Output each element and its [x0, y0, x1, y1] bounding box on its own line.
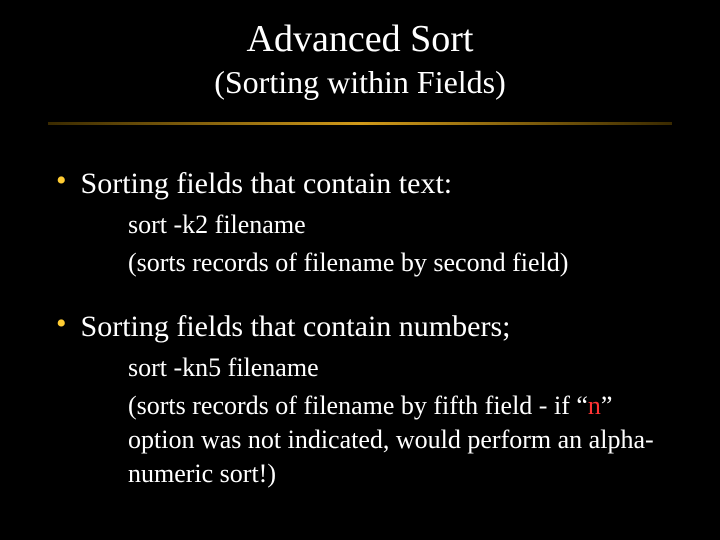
slide-subtitle: (Sorting within Fields) — [48, 64, 672, 101]
sub-bullet-fragment: (sorts records of filename by fifth fiel… — [128, 391, 588, 420]
bullet-item: • Sorting fields that contain numbers; — [56, 308, 672, 346]
sub-bullet-text: (sorts records of filename by second fie… — [128, 246, 672, 280]
bullet-text: Sorting fields that contain text: — [81, 165, 453, 203]
bullet-item: • Sorting fields that contain text: — [56, 165, 672, 203]
sub-bullet-text: sort -k2 filename — [128, 208, 672, 242]
highlight-n: n — [588, 391, 601, 420]
sub-bullet-text: (sorts records of filename by fifth fiel… — [128, 389, 672, 490]
slide: Advanced Sort (Sorting within Fields) • … — [0, 0, 720, 540]
bullet-dot-icon: • — [56, 308, 67, 340]
slide-title: Advanced Sort — [48, 18, 672, 62]
slide-body: • Sorting fields that contain text: sort… — [48, 165, 672, 491]
divider-line-icon — [48, 111, 672, 137]
bullet-dot-icon: • — [56, 165, 67, 197]
sub-bullet-text: sort -kn5 filename — [128, 351, 672, 385]
bullet-text: Sorting fields that contain numbers; — [81, 308, 511, 346]
divider — [48, 111, 672, 137]
